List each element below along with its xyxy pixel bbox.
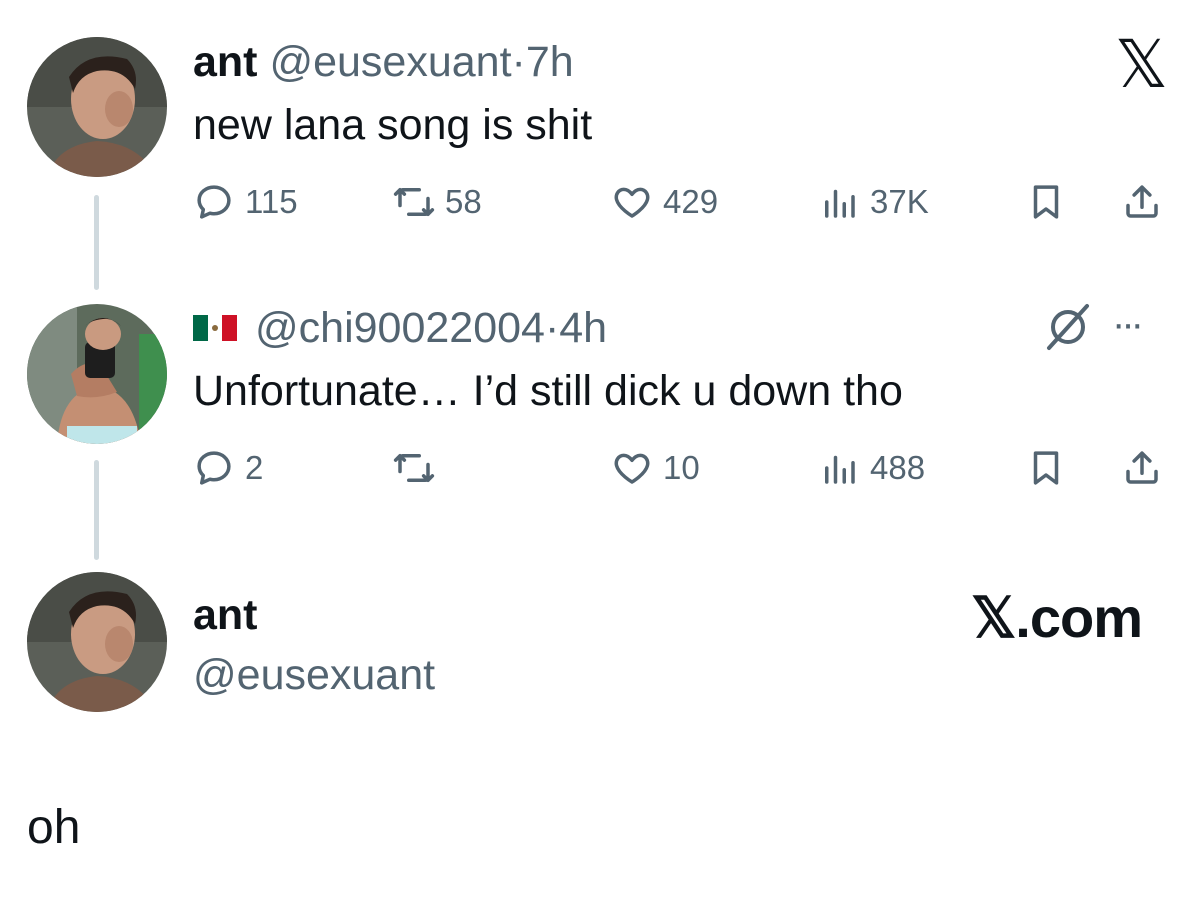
- views-button[interactable]: 37K: [818, 178, 929, 226]
- tweet-text: Unfortunate… I’d still dick u down tho: [193, 367, 903, 415]
- repost-button[interactable]: 58: [393, 178, 482, 226]
- share-button[interactable]: [1121, 178, 1163, 226]
- like-count: 10: [663, 449, 700, 486]
- reply-button[interactable]: 2: [193, 444, 263, 492]
- like-button[interactable]: 10: [611, 444, 700, 492]
- more-options-icon[interactable]: ···: [1112, 300, 1144, 348]
- share-button[interactable]: [1121, 444, 1163, 492]
- views-icon: [825, 189, 855, 218]
- separator-dot: ·: [544, 304, 560, 352]
- heart-icon: [614, 187, 650, 218]
- repost-button[interactable]: [393, 444, 445, 492]
- reply-button[interactable]: 115: [193, 178, 298, 226]
- share-icon: [1126, 451, 1158, 484]
- bookmark-icon: [1033, 185, 1059, 219]
- view-count: 37K: [870, 183, 929, 220]
- bookmark-button[interactable]: [1025, 178, 1067, 226]
- views-icon: [825, 455, 855, 484]
- like-button[interactable]: 429: [611, 178, 718, 226]
- avatar[interactable]: [27, 304, 167, 444]
- tweet-time[interactable]: 7h: [526, 38, 574, 86]
- separator-dot: ·: [511, 38, 526, 86]
- repost-count: 58: [445, 183, 482, 220]
- thread-line-1: [94, 195, 99, 290]
- tweet-header: @chi90022004·4h: [193, 304, 607, 352]
- thread-line-2: [94, 460, 99, 560]
- user-handle[interactable]: @eusexuant: [193, 651, 435, 699]
- avatar[interactable]: [27, 572, 167, 712]
- share-icon: [1126, 185, 1158, 218]
- tweet-actions: 115 58 429 37K: [193, 178, 1173, 226]
- heart-icon: [614, 453, 650, 484]
- tweet-actions: 2 10 488: [193, 444, 1173, 492]
- tweet-text: new lana song is shit: [193, 101, 593, 149]
- x-logo-icon: 𝕏: [1114, 26, 1168, 103]
- view-count: 488: [870, 449, 926, 486]
- user-handle[interactable]: @eusexuant: [269, 38, 511, 86]
- mexico-flag-icon: [193, 314, 237, 341]
- repost-icon: [393, 454, 435, 482]
- tweet-header: ant @eusexuant·7h: [193, 38, 574, 86]
- user-handle[interactable]: @chi90022004: [255, 304, 545, 352]
- display-name[interactable]: ant: [193, 591, 258, 639]
- reply-count: 115: [245, 183, 298, 220]
- grok-icon[interactable]: [1043, 302, 1093, 352]
- views-button[interactable]: 488: [818, 444, 925, 492]
- bookmark-button[interactable]: [1025, 444, 1067, 492]
- display-name[interactable]: ant: [193, 38, 258, 86]
- avatar[interactable]: [27, 37, 167, 177]
- reply-icon: [197, 185, 231, 219]
- repost-icon: [393, 188, 435, 216]
- reply-icon: [197, 451, 231, 485]
- caption-text: oh: [27, 801, 81, 854]
- bookmark-icon: [1033, 451, 1059, 485]
- reply-count: 2: [245, 449, 264, 486]
- tweet-time[interactable]: 4h: [559, 304, 607, 352]
- like-count: 429: [663, 183, 719, 220]
- brand-wordmark: 𝕏.com: [971, 586, 1143, 649]
